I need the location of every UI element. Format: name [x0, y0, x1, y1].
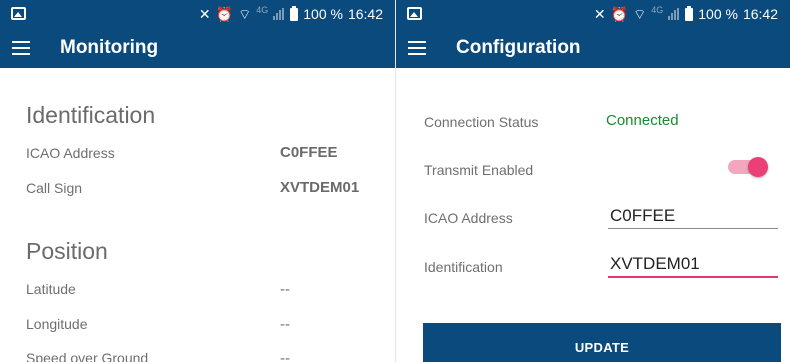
latitude-label: Latitude — [26, 281, 76, 297]
position-heading: Position — [26, 238, 108, 264]
page-title: Configuration — [456, 37, 581, 58]
app-bar: Configuration — [396, 28, 790, 68]
status-bar: ✕ ⏰ ⌔ 4G 100 % 16:42 — [0, 0, 395, 28]
icao-address-label: ICAO Address — [424, 210, 513, 226]
gallery-icon — [407, 7, 422, 20]
identification-label: Identification — [424, 259, 503, 275]
signal-icon — [668, 8, 680, 20]
gallery-icon — [11, 7, 26, 20]
transmit-enabled-toggle[interactable] — [728, 157, 768, 177]
vibrate-icon: ✕ — [198, 6, 211, 22]
status-bar: ✕ ⏰ ⌔ 4G 100 % 16:42 — [396, 0, 790, 28]
longitude-value: -- — [280, 316, 290, 333]
network-type: 4G — [256, 5, 269, 15]
signal-icon — [273, 8, 285, 20]
network-type: 4G — [651, 5, 664, 15]
latitude-value: -- — [280, 281, 290, 298]
battery-icon — [290, 5, 299, 21]
battery-icon — [685, 5, 694, 21]
identification-heading: Identification — [26, 102, 156, 128]
configuration-screen: ✕ ⏰ ⌔ 4G 100 % 16:42 Configuration Conne… — [395, 0, 790, 362]
call-sign-label: Call Sign — [26, 180, 83, 196]
update-button[interactable]: UPDATE — [423, 323, 781, 362]
transmit-enabled-label: Transmit Enabled — [424, 162, 534, 178]
toggle-knob — [748, 157, 768, 177]
connection-status-value: Connected — [606, 112, 679, 129]
call-sign-value: XVTDEM01 — [280, 179, 360, 196]
app-bar: Monitoring — [0, 28, 395, 68]
icao-address-value: C0FFEE — [280, 144, 338, 161]
clock: 16:42 — [347, 6, 383, 22]
identification-input[interactable] — [608, 252, 778, 278]
battery-level: 100 % — [698, 6, 738, 22]
longitude-label: Longitude — [26, 316, 88, 332]
page-title: Monitoring — [60, 37, 159, 58]
battery-level: 100 % — [303, 6, 343, 22]
speed-label: Speed over Ground — [26, 350, 149, 362]
vibrate-icon: ✕ — [593, 6, 606, 22]
speed-value: -- — [280, 350, 290, 362]
alarm-icon: ⏰ — [215, 6, 234, 22]
alarm-icon: ⏰ — [610, 6, 629, 22]
icao-address-input[interactable] — [608, 203, 778, 229]
wifi-icon: ⌔ — [633, 6, 647, 22]
menu-icon[interactable] — [408, 41, 426, 55]
monitoring-screen: ✕ ⏰ ⌔ 4G 100 % 16:42 Monitoring Identifi… — [0, 0, 395, 362]
icao-address-label: ICAO Address — [26, 145, 115, 161]
clock: 16:42 — [742, 6, 778, 22]
wifi-icon: ⌔ — [238, 6, 252, 22]
connection-status-label: Connection Status — [424, 114, 539, 130]
menu-icon[interactable] — [12, 41, 30, 55]
